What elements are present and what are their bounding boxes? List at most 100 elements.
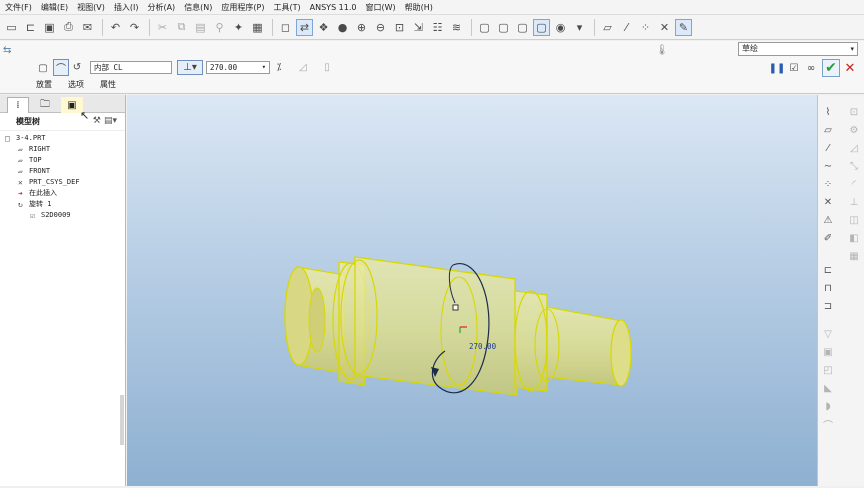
undo-icon[interactable]: ↶ <box>107 19 124 36</box>
tab-placement[interactable]: 放置 <box>36 79 52 90</box>
revolve-tool-icon[interactable]: ⊓ <box>821 281 835 295</box>
sketch-icon[interactable]: ✎ <box>675 18 692 36</box>
shaded-icon[interactable]: ▢ <box>533 18 550 36</box>
menu-item-4[interactable]: 分析(A) <box>147 2 175 13</box>
sweep-tool-icon[interactable]: ⊐ <box>821 299 835 313</box>
email-icon[interactable]: ✉ <box>79 19 96 36</box>
shading-icon[interactable]: ● <box>334 19 351 36</box>
menu-item-5[interactable]: 信息(N) <box>184 2 212 13</box>
analysis-tool-icon[interactable]: ⚠ <box>821 213 835 227</box>
zoom-in-icon[interactable]: ⊕ <box>353 19 370 36</box>
wireframe-icon[interactable]: ▢ <box>476 19 493 36</box>
tree-item[interactable]: ↻ 旋转 1 <box>18 199 51 209</box>
datum-plane-tool-icon[interactable]: ⌇ <box>821 105 835 119</box>
menu-item-2[interactable]: 视图(V) <box>77 2 105 13</box>
print-icon[interactable]: ⎙ <box>60 19 77 36</box>
plane-display-icon[interactable]: ▱ <box>599 19 616 36</box>
menu-item-8[interactable]: ANSYS 11.0 <box>310 3 357 12</box>
thicken-icon[interactable]: ▯ <box>320 60 334 75</box>
menu-item-0[interactable]: 文件(F) <box>5 2 32 13</box>
pause-icon[interactable]: ❚❚ <box>769 61 786 76</box>
tree-item[interactable]: ☑ S2D0009 <box>30 210 71 220</box>
remove-material-icon[interactable]: ◿ <box>296 60 310 75</box>
surface-icon[interactable]: ⌒ <box>53 59 69 76</box>
axis-display-icon[interactable]: ⁄ <box>618 19 635 36</box>
tab-properties[interactable]: 属性 <box>100 79 116 90</box>
repaint-icon[interactable]: ✦ <box>230 19 247 36</box>
cancel-button[interactable]: ✕ <box>843 60 857 76</box>
spin-center-icon[interactable]: ⇄ <box>296 18 313 36</box>
rib-tool-icon[interactable]: ◿ <box>847 141 861 155</box>
orient-icon[interactable]: ⇲ <box>410 19 427 36</box>
point-display-icon[interactable]: ⁘ <box>637 19 654 36</box>
menu-item-7[interactable]: 工具(T) <box>274 2 301 13</box>
curve-tool-icon[interactable]: ∼ <box>821 159 835 173</box>
model-tree-tab-icon[interactable]: ⁞ <box>7 97 29 113</box>
tree-item[interactable]: ▱ FRONT <box>18 166 50 176</box>
zoom-out-icon[interactable]: ⊖ <box>372 19 389 36</box>
menu-item-1[interactable]: 编辑(E) <box>41 2 68 13</box>
axis-select-icon[interactable]: ↺ <box>70 59 84 76</box>
verify-glasses-icon[interactable]: ∞ <box>802 61 820 76</box>
sketch-tool-icon[interactable]: ✐ <box>821 231 835 245</box>
pattern-tool-icon[interactable]: ◫ <box>847 213 861 227</box>
menu-item-6[interactable]: 应用程序(P) <box>221 2 264 13</box>
thicken-tool-icon[interactable]: ◣ <box>821 381 835 395</box>
graphics-viewport[interactable]: 270.00 <box>127 95 817 486</box>
no-hidden-icon[interactable]: ▢ <box>514 19 531 36</box>
menu-item-3[interactable]: 插入(I) <box>114 2 139 13</box>
angle-option-icon[interactable]: ⊥▾ <box>177 60 203 75</box>
dashboard-grip-icon[interactable]: ⇆ <box>3 45 11 56</box>
datum-display-icon[interactable]: ❖ <box>315 19 332 36</box>
trim-tool-icon[interactable]: ⌒ <box>821 417 835 432</box>
panel-splitter[interactable] <box>120 395 124 445</box>
angle-value-field[interactable]: 270.00 ▾ <box>206 61 270 74</box>
tree-item[interactable]: ▱ TOP <box>18 155 42 165</box>
merge-tool-icon[interactable]: ▦ <box>847 249 861 263</box>
appearance-icon[interactable]: ▾ <box>571 19 588 36</box>
render-icon[interactable]: ◻ <box>277 19 294 36</box>
paste-icon[interactable]: ▤ <box>192 19 209 36</box>
layers-stack-icon[interactable]: ≋ <box>448 19 465 36</box>
layers-icon[interactable]: ▦ <box>249 19 266 36</box>
round-tool-icon[interactable]: ◜ <box>847 177 861 191</box>
solid-icon[interactable]: ▢ <box>36 61 50 75</box>
solidify-tool-icon[interactable]: ◗ <box>821 399 835 413</box>
open-icon[interactable]: ⊏ <box>22 19 39 36</box>
boundary-tool-icon[interactable]: ▣ <box>821 345 835 359</box>
draft-tool-icon[interactable]: ⤡ <box>847 159 861 173</box>
hidden-line-icon[interactable]: ▢ <box>495 19 512 36</box>
plane-tool-icon[interactable]: ▱ <box>821 123 835 137</box>
menu-item-10[interactable]: 帮助(H) <box>405 2 433 13</box>
flip-direction-icon[interactable]: ⁒ <box>272 60 286 75</box>
copy-icon[interactable]: ⧉ <box>173 19 190 36</box>
preview-checkbox-icon[interactable]: ☑ <box>788 61 800 76</box>
folder-browser-tab-icon[interactable]: 🗀 <box>34 97 56 113</box>
offset-tool-icon[interactable]: ◰ <box>821 363 835 377</box>
blend-tool-icon[interactable]: ▽ <box>821 327 835 341</box>
hole-tool-icon[interactable]: ⊡ <box>847 105 861 119</box>
point-tool-icon[interactable]: ⁘ <box>821 177 835 191</box>
menu-item-9[interactable]: 窗口(W) <box>366 2 396 13</box>
saved-views-icon[interactable]: ☷ <box>429 19 446 36</box>
new-icon[interactable]: ▭ <box>3 19 20 36</box>
redo-icon[interactable]: ↷ <box>126 19 143 36</box>
axis-reference-field[interactable]: 内部 CL <box>90 61 172 74</box>
shell-tool-icon[interactable]: ⚙ <box>847 123 861 137</box>
mirror-tool-icon[interactable]: ◧ <box>847 231 861 245</box>
chamfer-tool-icon[interactable]: ⊥ <box>847 195 861 209</box>
refit-icon[interactable]: ⊡ <box>391 19 408 36</box>
mode-select[interactable]: 草绘 ▾ <box>738 42 858 56</box>
tree-item[interactable]: ✕ PRT_CSYS_DEF <box>18 177 80 187</box>
extrude-tool-icon[interactable]: ⊏ <box>821 263 835 277</box>
tree-item[interactable]: □ 3-4.PRT <box>5 133 46 143</box>
tree-settings-icon[interactable]: ⚒ ▤▾ <box>93 116 117 126</box>
cut-icon[interactable]: ✂ <box>154 19 171 36</box>
save-icon[interactable]: ▣ <box>41 19 58 36</box>
tree-item[interactable]: ➔ 在此插入 <box>18 188 57 198</box>
find-icon[interactable]: ⚲ <box>211 19 228 36</box>
axis-tool-icon[interactable]: ⁄ <box>821 141 835 155</box>
dims-icon[interactable]: ◉ <box>552 19 569 36</box>
drag-handle[interactable] <box>452 304 459 311</box>
csys-display-icon[interactable]: ✕ <box>656 19 673 36</box>
